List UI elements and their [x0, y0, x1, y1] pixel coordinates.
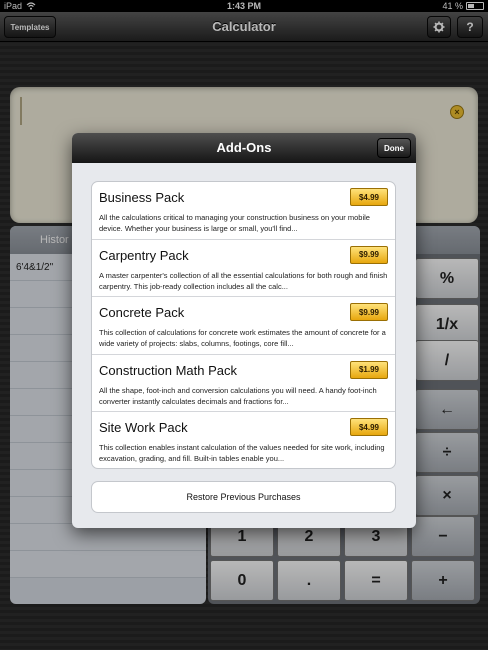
add-on-description: A master carpenter's collection of all t…: [99, 270, 388, 291]
add-on-list: Business Pack $4.99 All the calculations…: [91, 181, 396, 469]
add-on-name: Site Work Pack: [99, 420, 188, 436]
dialog-header: Add-Ons Done: [72, 133, 416, 163]
buy-button[interactable]: $4.99: [350, 418, 388, 437]
add-on-name: Business Pack: [99, 190, 185, 205]
add-on-description: All the shape, foot-inch and conversion …: [99, 385, 377, 406]
buy-button[interactable]: $1.99: [350, 360, 388, 379]
list-item[interactable]: Site Work Pack $4.99 This collection ena…: [92, 412, 395, 468]
list-item[interactable]: Carpentry Pack $9.99 A master carpenter'…: [92, 240, 395, 298]
buy-button[interactable]: $9.99: [350, 303, 388, 322]
add-on-description: This collection enables instant calculat…: [99, 443, 385, 464]
list-item[interactable]: Business Pack $4.99 All the calculations…: [92, 182, 395, 240]
add-ons-dialog: Add-Ons Done Business Pack $4.99 All the…: [72, 133, 416, 528]
buy-button[interactable]: $9.99: [350, 245, 388, 264]
add-on-description: All the calculations critical to managin…: [99, 213, 370, 233]
add-on-name: Concrete Pack: [99, 305, 185, 321]
buy-button[interactable]: $4.99: [350, 188, 388, 206]
add-on-name: Carpentry Pack: [99, 247, 189, 263]
add-on-name: Construction Math Pack: [99, 362, 238, 378]
add-on-description: This collection of calculations for conc…: [99, 328, 386, 349]
done-button[interactable]: Done: [377, 138, 411, 158]
restore-purchases-button[interactable]: Restore Previous Purchases: [91, 481, 396, 513]
list-item[interactable]: Construction Math Pack $1.99 All the sha…: [92, 355, 395, 413]
dialog-title: Add-Ons: [216, 140, 272, 155]
list-item[interactable]: Concrete Pack $9.99 This collection of c…: [92, 297, 395, 355]
